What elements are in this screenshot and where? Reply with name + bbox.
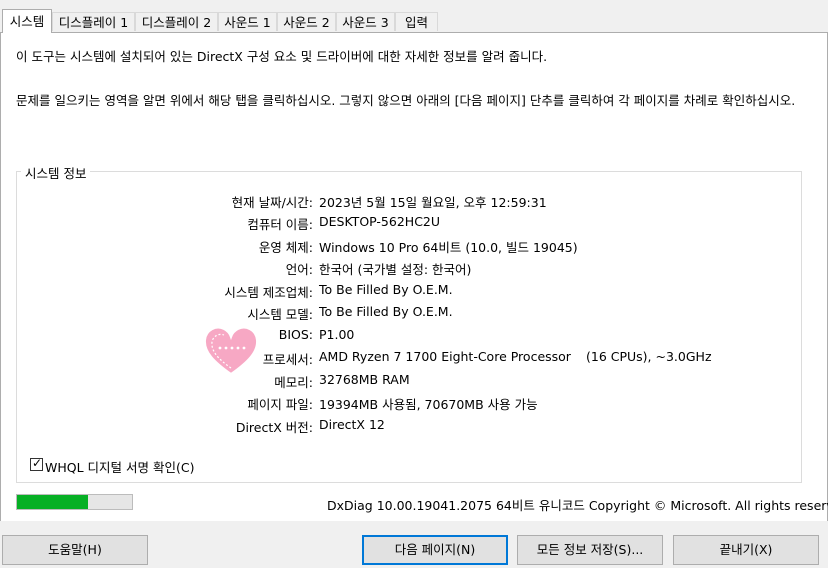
- exit-button[interactable]: 끝내기(X): [673, 535, 819, 565]
- info-label: 언어:: [285, 262, 313, 277]
- info-row-memory: 메모리: 32768MB RAM: [0, 372, 828, 390]
- checkmark-icon: ✓: [32, 456, 43, 470]
- info-value: 32768MB RAM: [319, 372, 410, 387]
- tab-system[interactable]: 시스템: [2, 9, 52, 33]
- tab-display-1[interactable]: 디스플레이 1: [52, 12, 135, 31]
- info-row-manufacturer: 시스템 제조업체: To Be Filled By O.E.M.: [0, 282, 828, 300]
- info-label: BIOS:: [278, 327, 313, 342]
- help-button[interactable]: 도움말(H): [2, 535, 148, 565]
- info-label: 프로세서:: [262, 352, 313, 367]
- info-label: 메모리:: [274, 375, 313, 390]
- info-value: 한국어 (국가별 설정: 한국어): [319, 262, 472, 277]
- info-row-bios: BIOS: P1.00: [0, 327, 828, 345]
- info-label: 페이지 파일:: [247, 397, 313, 412]
- heart-sticker-icon: [200, 320, 262, 380]
- info-value: To Be Filled By O.E.M.: [319, 304, 453, 319]
- info-row-os: 운영 체제: Windows 10 Pro 64비트 (10.0, 빌드 190…: [0, 237, 828, 255]
- info-label: 운영 체제:: [258, 240, 313, 255]
- intro-text: 이 도구는 시스템에 설치되어 있는 DirectX 구성 요소 및 드라이버에…: [16, 49, 548, 64]
- tab-bar: 시스템 디스플레이 1 디스플레이 2 사운드 1 사운드 2 사운드 3 입력: [0, 0, 828, 33]
- tab-sound-1[interactable]: 사운드 1: [218, 12, 277, 31]
- info-label: 컴퓨터 이름:: [247, 217, 313, 232]
- info-row-language: 언어: 한국어 (국가별 설정: 한국어): [0, 259, 828, 277]
- next-page-button[interactable]: 다음 페이지(N): [362, 535, 508, 565]
- info-label: 시스템 제조업체:: [224, 285, 313, 300]
- dxdiag-version-text: DxDiag 10.00.19041.2075 64비트 유니코드 Copyri…: [327, 498, 828, 513]
- instruction-text: 문제를 일으키는 영역을 알면 위에서 해당 탭을 클릭하십시오. 그렇지 않으…: [16, 93, 796, 108]
- info-value-extra: (16 CPUs), ~3.0GHz: [586, 349, 712, 364]
- tab-sound-2[interactable]: 사운드 2: [277, 12, 336, 31]
- save-all-info-button[interactable]: 모든 정보 저장(S)...: [517, 535, 663, 565]
- info-value: P1.00: [319, 327, 355, 342]
- info-row-processor: 프로세서: AMD Ryzen 7 1700 Eight-Core Proces…: [0, 349, 828, 367]
- info-row-computer-name: 컴퓨터 이름: DESKTOP-562HC2U: [0, 214, 828, 232]
- progress-fill: [17, 495, 89, 509]
- info-label: DirectX 버전:: [235, 420, 313, 435]
- info-value: To Be Filled By O.E.M.: [319, 282, 453, 297]
- whql-checkbox-label[interactable]: WHQL 디지털 서명 확인(C): [45, 457, 194, 476]
- info-value: Windows 10 Pro 64비트 (10.0, 빌드 19045): [319, 240, 578, 255]
- info-value: DirectX 12: [319, 417, 385, 432]
- info-value: AMD Ryzen 7 1700 Eight-Core Processor: [319, 349, 571, 364]
- tab-display-2[interactable]: 디스플레이 2: [135, 12, 218, 31]
- info-row-pagefile: 페이지 파일: 19394MB 사용됨, 70670MB 사용 가능: [0, 394, 828, 412]
- info-value: 19394MB 사용됨, 70670MB 사용 가능: [319, 397, 538, 412]
- tab-sound-3[interactable]: 사운드 3: [336, 12, 395, 31]
- info-row-directx: DirectX 버전: DirectX 12: [0, 417, 828, 435]
- info-row-datetime: 현재 날짜/시간: 2023년 5월 15일 월요일, 오후 12:59:31: [0, 192, 828, 210]
- info-value: DESKTOP-562HC2U: [319, 214, 441, 229]
- tab-input[interactable]: 입력: [395, 12, 438, 31]
- info-row-model: 시스템 모델: To Be Filled By O.E.M.: [0, 304, 828, 322]
- info-label: 현재 날짜/시간:: [231, 195, 313, 210]
- whql-checkbox[interactable]: ✓: [30, 456, 43, 471]
- system-info-title: 시스템 정보: [21, 163, 91, 182]
- progress-bar: [16, 494, 133, 510]
- info-value: 2023년 5월 15일 월요일, 오후 12:59:31: [319, 195, 547, 210]
